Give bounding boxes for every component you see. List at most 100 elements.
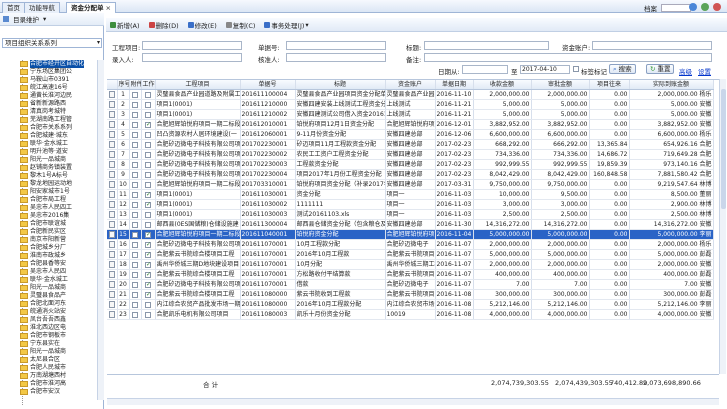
tree-item[interactable]: 合肥市局工程 bbox=[20, 196, 66, 204]
header-cell[interactable]: 工作流 bbox=[141, 80, 156, 91]
workflow-checkbox[interactable] bbox=[145, 270, 151, 279]
header-cell[interactable]: 序号 bbox=[117, 80, 130, 91]
org-relation-select[interactable]: 项目组织关系系列 ▾ bbox=[2, 38, 102, 48]
table-row[interactable]: 11 ✓ 项目1(0001) 201611030001 资金分配 项目一 2016-11-0… bbox=[107, 189, 714, 201]
table-row[interactable]: 23 合肥凯乐电机有限公司项目 201611080003 凯乐十月份资金分配 10019… bbox=[107, 309, 714, 321]
table-row[interactable]: 3 项目1(0001)201611210002安徽四建测试公司借入资金201611… bbox=[107, 109, 714, 121]
tree-item[interactable]: 万南湖塘西村 bbox=[20, 372, 66, 380]
workflow-checkbox[interactable] bbox=[145, 161, 151, 168]
scroll-thumb[interactable] bbox=[721, 89, 726, 209]
table-row[interactable]: 12 ✓ 项目1(0001) 201611030002 1111111 项目一 2016-1… bbox=[107, 199, 714, 211]
tab-fund-allocation[interactable]: 资金分配单 × bbox=[66, 2, 116, 13]
tree-item[interactable]: 淮北西边区电 bbox=[20, 324, 66, 332]
attachment-checkbox[interactable] bbox=[132, 201, 138, 208]
tree-item[interactable]: 南京市阳新营 bbox=[20, 236, 66, 244]
workflow-checkbox[interactable] bbox=[145, 131, 151, 138]
tree-item[interactable]: 省新新源路西 bbox=[20, 100, 66, 108]
workflow-checkbox[interactable] bbox=[145, 211, 151, 218]
bill-input[interactable] bbox=[286, 41, 386, 50]
tree-item[interactable]: 吴忠市2016集 bbox=[20, 212, 69, 220]
table-row[interactable]: 19 ✓ 合肥紫云书院综合楼项目工程 201611070001 方松路收付平结算款 合肥紫… bbox=[107, 269, 714, 281]
table-row[interactable]: 5 凹凸资源农村人居环境建设(一 201612060001 9-11月份资金分配 安徽四… bbox=[107, 129, 714, 141]
attachment-checkbox[interactable] bbox=[132, 291, 138, 298]
tree-item[interactable]: 联华·金水城工 bbox=[20, 140, 68, 148]
tree-item[interactable]: 合肥市钢板市 bbox=[20, 332, 66, 340]
settings-link[interactable]: 设置 bbox=[698, 66, 711, 76]
workflow-checkbox[interactable] bbox=[145, 290, 151, 299]
attachment-checkbox[interactable] bbox=[132, 151, 138, 158]
tree-item[interactable]: 合肥人民城市 bbox=[20, 364, 66, 372]
attachment-checkbox[interactable] bbox=[132, 301, 138, 308]
delete-button[interactable]: 删除(D) bbox=[147, 19, 181, 31]
table-row[interactable]: 22 内江综合农贸产品批发市场一期 201611080000 2016年10月工程款分… bbox=[107, 299, 714, 311]
workflow-checkbox[interactable] bbox=[145, 301, 151, 308]
reset-button[interactable]: ↻ 重置 bbox=[646, 64, 675, 74]
tree-item[interactable]: 阳安家城市1号 bbox=[20, 188, 70, 196]
tree-item[interactable]: 皖江高速16号 bbox=[20, 84, 68, 92]
workflow-checkbox[interactable] bbox=[145, 111, 151, 118]
tree-item[interactable]: 灵璧县食品产 bbox=[20, 292, 66, 300]
tree-item[interactable]: 合肥市关系系列 bbox=[20, 124, 72, 132]
chevron-down-icon[interactable]: ▾ bbox=[97, 39, 100, 47]
workflow-checkbox[interactable] bbox=[145, 200, 151, 209]
tree-item[interactable]: 合肥新民实区 bbox=[20, 228, 66, 236]
tree-item[interactable]: 阳光一品城商 bbox=[20, 284, 66, 292]
attachment-checkbox[interactable] bbox=[132, 131, 138, 138]
table-row[interactable]: 4 ✓ 合肥旭辉铂悦府项目一期二标段 201612010001 铂悦府项目12月1日资金… bbox=[107, 119, 714, 131]
date-to-input[interactable]: 2017-04-10 bbox=[520, 65, 570, 74]
workflow-checkbox[interactable] bbox=[145, 230, 151, 239]
attachment-checkbox[interactable] bbox=[132, 181, 138, 188]
mark-checkbox[interactable] bbox=[573, 66, 579, 72]
table-row[interactable]: 9 合肥矽迈微电子科技有限公司项目 201702230004 项目2017年1月份工程… bbox=[107, 169, 714, 181]
table-row[interactable]: 18 ✓ 禹州华侨城三期D地块建设项目 201611070001 10月分配 禹州华侨城三… bbox=[107, 259, 714, 271]
header-cell[interactable]: 单据日期 bbox=[435, 80, 474, 91]
table-row[interactable]: 14 邮西县(0ES国储粮)仓储设施建 201611300004 邮西县仓储资金分配（… bbox=[107, 219, 714, 231]
tree-item[interactable]: 阳光一品城商 bbox=[20, 348, 66, 356]
tree-item[interactable]: 宁东场区集团公 bbox=[20, 68, 72, 76]
chevron-down-icon[interactable]: ▾ bbox=[43, 15, 46, 23]
table-row[interactable]: 6 合肥矽迈微电子科技有限公司项目 201702230001 矽迈项目11月工程款资金… bbox=[107, 139, 714, 151]
table-row[interactable]: 8 合肥矽迈微电子科技有限公司项目 201702230003 工程款资金分配 安徽四建总… bbox=[107, 159, 714, 171]
attachment-checkbox[interactable] bbox=[132, 281, 138, 288]
header-cell[interactable]: 工程项目 bbox=[155, 80, 241, 91]
tree-item[interactable]: 合肥城乡分厂 bbox=[20, 244, 66, 252]
copy-button[interactable]: 复制(C) bbox=[224, 19, 258, 31]
workflow-checkbox[interactable] bbox=[145, 171, 151, 178]
table-row[interactable]: 17 ✓ 合肥紫云书院综合楼项目工程 201611070001 2016年10月工程款合… bbox=[107, 249, 714, 261]
grid-hscrollbar[interactable] bbox=[107, 398, 719, 405]
workflow-checkbox[interactable] bbox=[145, 311, 151, 318]
attachment-checkbox[interactable] bbox=[132, 171, 138, 178]
close-icon[interactable]: × bbox=[106, 4, 111, 12]
header-cell[interactable]: 收款金额 bbox=[473, 80, 532, 91]
advanced-link[interactable]: 高级 bbox=[679, 66, 692, 76]
workflow-checkbox[interactable] bbox=[145, 190, 151, 199]
workflow-checkbox[interactable] bbox=[145, 280, 151, 289]
workflow-checkbox[interactable] bbox=[145, 250, 151, 259]
checker-input[interactable] bbox=[286, 53, 386, 62]
tree-item[interactable]: 合肥北面河东 bbox=[20, 300, 66, 308]
tree-item[interactable]: 合肥市联谊城 bbox=[20, 220, 66, 228]
help-icon[interactable] bbox=[689, 3, 697, 11]
new-button[interactable]: 新增(A) bbox=[108, 19, 142, 31]
tree-item[interactable]: 合肥市经开区自动化 bbox=[20, 60, 85, 68]
grid-scrollbar[interactable] bbox=[719, 79, 726, 374]
tree-item[interactable]: 明升池等·道安 bbox=[20, 148, 68, 156]
workflow-checkbox[interactable] bbox=[145, 151, 151, 158]
table-row[interactable]: 20 ✓ 合肥矽迈微电子科技有限公司项目 201611070001 借款 合肥矽迈微电子 2… bbox=[107, 279, 714, 291]
table-row[interactable]: 7 合肥矽迈微电子科技有限公司项目 201702230002 农民工工资户工程资金分配… bbox=[107, 149, 714, 161]
tree-scrollbar[interactable] bbox=[97, 60, 104, 400]
attachment-checkbox[interactable] bbox=[132, 91, 138, 98]
table-row[interactable]: 2 项目1(0001) 201611210000 安徽四建安装上线测试工程资金分配 上线… bbox=[107, 99, 714, 111]
date-from-input[interactable] bbox=[462, 65, 508, 74]
tree-item[interactable]: 清真岗考城特 bbox=[20, 108, 66, 116]
remark-input[interactable] bbox=[424, 53, 712, 62]
tree-item[interactable]: 合肥县香等安 bbox=[20, 260, 66, 268]
tab-home[interactable]: 首页 bbox=[2, 2, 25, 13]
table-row[interactable]: 13 项目1(0001) 201611030003 测试20161103.xls 项目一… bbox=[107, 209, 714, 221]
attachment-checkbox[interactable] bbox=[132, 121, 138, 128]
header-cell[interactable]: 标题 bbox=[295, 80, 386, 91]
account-input[interactable] bbox=[592, 41, 712, 50]
workflow-checkbox[interactable] bbox=[145, 101, 151, 108]
attachment-checkbox[interactable] bbox=[132, 111, 138, 118]
title-input[interactable] bbox=[424, 41, 549, 50]
